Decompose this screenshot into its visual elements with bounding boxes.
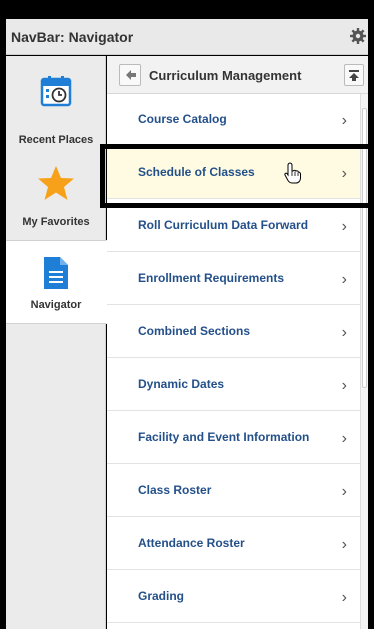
- menu-item-course-catalog[interactable]: Course Catalog ›: [107, 94, 360, 146]
- navbar-header: NavBar: Navigator: [6, 19, 368, 55]
- arrow-top-icon: [349, 70, 359, 81]
- star-icon: [38, 166, 74, 200]
- menu-item-label: Attendance Roster: [138, 536, 245, 550]
- document-icon: [44, 257, 68, 289]
- menu-item-label: Course Catalog: [138, 112, 227, 126]
- chevron-right-icon: ›: [341, 218, 347, 235]
- sidebar-item-label: My Favorites: [22, 216, 90, 228]
- menu-item-combined-sections[interactable]: Combined Sections ›: [107, 306, 360, 358]
- menu-item-label: Combined Sections: [138, 324, 251, 338]
- hand-pointer-icon: [284, 162, 301, 184]
- gear-icon[interactable]: [350, 28, 366, 44]
- calendar-clock-icon: [40, 76, 72, 107]
- menu-item-label: Class Roster: [138, 483, 212, 497]
- menu-item-grading[interactable]: Grading ›: [107, 571, 360, 623]
- menu-item-roll-curriculum-data-forward[interactable]: Roll Curriculum Data Forward ›: [107, 200, 360, 252]
- menu-item-label: Facility and Event Information: [138, 430, 310, 444]
- sidebar-item-my-favorites[interactable]: My Favorites: [6, 156, 106, 234]
- panel-title: Curriculum Management: [149, 68, 302, 83]
- chevron-right-icon: ›: [341, 430, 347, 447]
- vertical-scrollbar[interactable]: [360, 94, 368, 629]
- chevron-right-icon: ›: [341, 165, 347, 182]
- panel-header: Curriculum Management: [107, 56, 368, 94]
- chevron-right-icon: ›: [341, 112, 347, 129]
- menu-item-label: Grading: [138, 589, 185, 603]
- navbar-title: NavBar: Navigator: [11, 29, 134, 45]
- chevron-right-icon: ›: [341, 271, 347, 288]
- chevron-right-icon: ›: [341, 377, 347, 394]
- chevron-right-icon: ›: [341, 324, 347, 341]
- menu-item-label: Enrollment Requirements: [138, 271, 285, 285]
- arrow-left-icon: [126, 70, 136, 80]
- menu-item-schedule-of-classes[interactable]: Schedule of Classes ›: [107, 147, 360, 199]
- menu-item-label: Schedule of Classes: [138, 165, 255, 179]
- back-button[interactable]: [119, 64, 141, 86]
- sidebar-item-label: Navigator: [30, 299, 82, 311]
- navigator-panel: Curriculum Management Course Catalog › S…: [107, 56, 368, 629]
- menu-item-facility-and-event-information[interactable]: Facility and Event Information ›: [107, 412, 360, 464]
- sidebar-item-label: Recent Places: [18, 134, 94, 146]
- menu-item-attendance-roster[interactable]: Attendance Roster ›: [107, 518, 360, 570]
- menu-item-enrollment-requirements[interactable]: Enrollment Requirements ›: [107, 253, 360, 305]
- scroll-to-top-button[interactable]: [344, 64, 364, 86]
- scrollbar-thumb[interactable]: [362, 108, 367, 388]
- sidebar-item-navigator[interactable]: Navigator: [6, 240, 107, 324]
- sidebar-item-recent-places[interactable]: Recent Places: [6, 74, 106, 152]
- menu-item-class-roster[interactable]: Class Roster ›: [107, 465, 360, 517]
- menu-item-dynamic-dates[interactable]: Dynamic Dates ›: [107, 359, 360, 411]
- menu-item-label: Dynamic Dates: [138, 377, 225, 391]
- sidebar: Recent Places My Favorites Navigator: [6, 56, 107, 629]
- menu-item-label: Roll Curriculum Data Forward: [138, 218, 309, 232]
- chevron-right-icon: ›: [341, 589, 347, 606]
- chevron-right-icon: ›: [341, 483, 347, 500]
- chevron-right-icon: ›: [341, 536, 347, 553]
